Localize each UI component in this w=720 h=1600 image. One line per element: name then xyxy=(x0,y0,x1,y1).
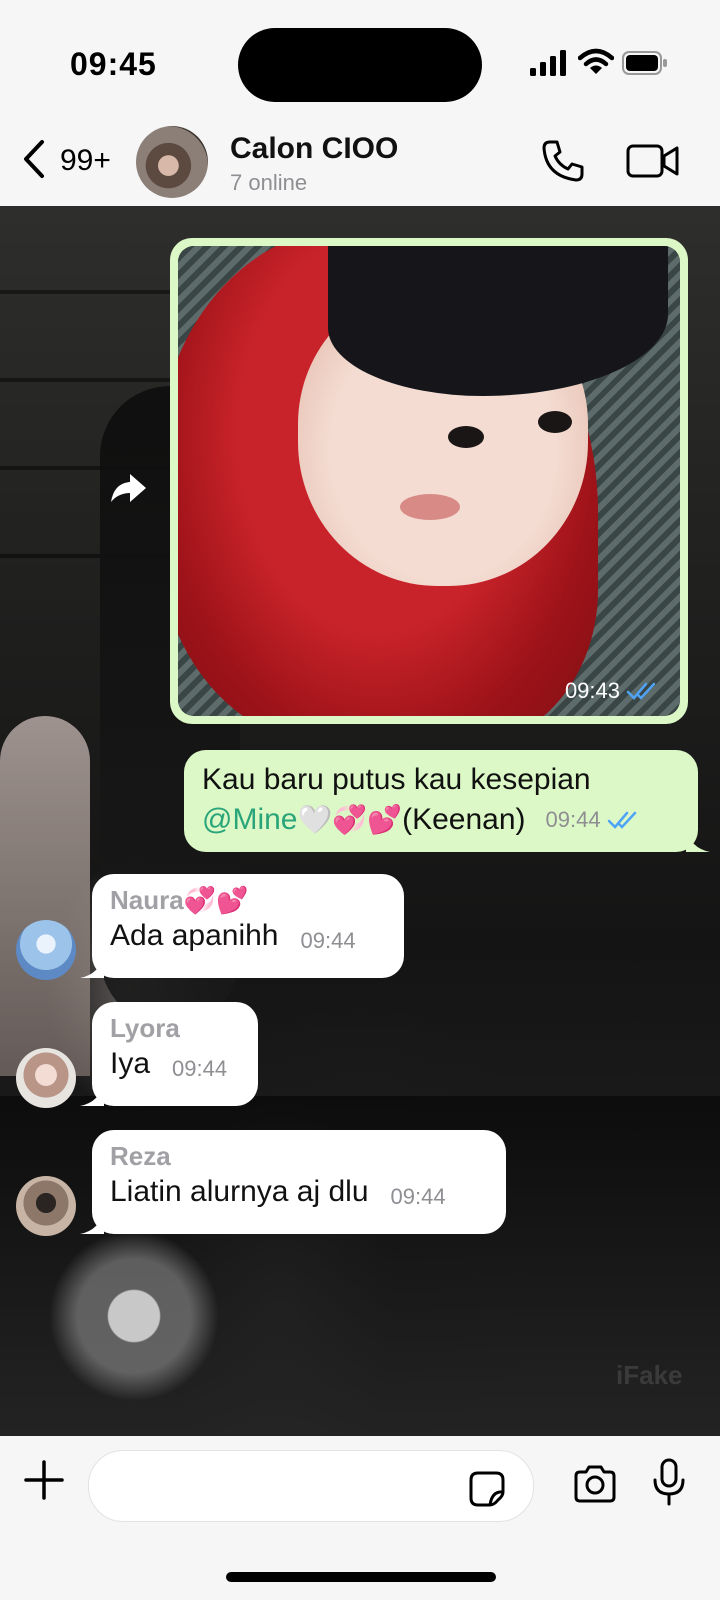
composer-bar xyxy=(0,1436,720,1600)
message-text: Iya xyxy=(110,1047,151,1080)
chat-header: 99+ Calon CIOO 7 online xyxy=(0,120,720,206)
message-time: 09:44 xyxy=(390,1184,446,1209)
voice-call-icon[interactable] xyxy=(540,138,586,184)
group-name[interactable]: Calon CIOO xyxy=(230,132,398,166)
group-subtitle: 7 online xyxy=(230,170,308,195)
outgoing-message[interactable]: Kau baru putus kau kesepian @Mine 🤍💞💕 (K… xyxy=(184,750,710,852)
read-ticks-icon xyxy=(626,682,656,700)
unread-count[interactable]: 99+ xyxy=(60,144,111,178)
dynamic-island xyxy=(238,28,482,102)
avatar-naura[interactable] xyxy=(16,920,76,980)
status-bar: 09:45 xyxy=(0,0,720,120)
shared-photo[interactable] xyxy=(178,246,680,716)
message-text: Kau baru putus kau kesepian xyxy=(202,763,591,796)
sticker-icon[interactable] xyxy=(468,1470,506,1508)
sender-name[interactable]: Naura xyxy=(110,884,184,916)
group-avatar[interactable] xyxy=(136,126,208,198)
image-message-meta: 09:43 xyxy=(565,678,660,704)
incoming-message[interactable]: Naura 💞💕 Ada apanihh 09:44 xyxy=(80,874,404,978)
message-time: 09:44 xyxy=(300,928,356,953)
battery-icon xyxy=(622,51,667,75)
read-ticks-icon xyxy=(607,811,636,829)
avatar-lyora[interactable] xyxy=(16,1048,76,1108)
message-emoji: 🤍💞💕 xyxy=(297,804,403,835)
image-message[interactable]: 09:43 xyxy=(170,238,688,724)
avatar-reza[interactable] xyxy=(16,1176,76,1236)
mention-link[interactable]: @Mine xyxy=(202,800,297,840)
video-call-icon[interactable] xyxy=(626,142,680,180)
message-time: 09:44 xyxy=(172,1056,228,1081)
back-chevron-icon[interactable] xyxy=(18,136,50,182)
message-text-suffix: (Keenan) xyxy=(402,803,526,836)
sender-name[interactable]: Reza xyxy=(110,1140,486,1172)
home-indicator xyxy=(226,1572,496,1582)
message-time: 09:44 xyxy=(545,807,601,832)
message-text: Liatin alurnya aj dlu xyxy=(110,1175,369,1208)
camera-icon[interactable] xyxy=(572,1464,618,1504)
watermark: iFake xyxy=(616,1360,683,1390)
sender-emoji: 💞💕 xyxy=(183,885,249,915)
chat-background[interactable]: 09:43 Kau baru putus kau kesepian @Mine … xyxy=(0,206,720,1436)
forward-icon[interactable] xyxy=(108,468,148,508)
sender-name[interactable]: Lyora xyxy=(110,1012,238,1044)
message-time: 09:43 xyxy=(564,678,620,703)
microphone-icon[interactable] xyxy=(652,1458,686,1506)
incoming-message[interactable]: Lyora Iya 09:44 xyxy=(80,1002,258,1106)
wifi-icon xyxy=(578,48,614,74)
message-text: Ada apanihh xyxy=(110,919,279,952)
status-time: 09:45 xyxy=(70,46,157,82)
cellular-signal-icon xyxy=(530,50,566,76)
attach-plus-icon[interactable] xyxy=(22,1458,66,1502)
incoming-message[interactable]: Reza Liatin alurnya aj dlu 09:44 xyxy=(80,1130,506,1234)
